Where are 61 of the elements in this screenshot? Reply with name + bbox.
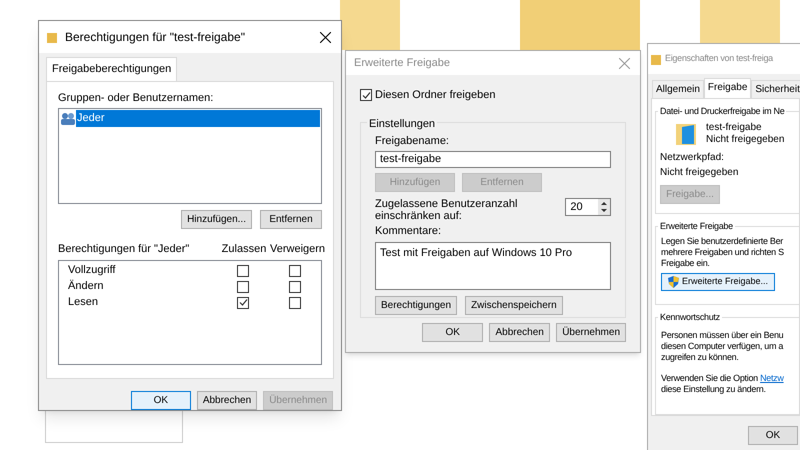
dialog-button[interactable]: OK (422, 322, 484, 342)
field-label: Kommentare: (375, 224, 442, 239)
field-label: Netzwerkpfad: (660, 152, 725, 164)
checkbox-label[interactable]: Diesen Ordner freigeben (375, 87, 496, 104)
description-text: Verwenden Sie die Option Netzw (661, 373, 785, 384)
users-icon (60, 112, 76, 125)
column-header: Zulassen (220, 242, 268, 257)
description-text: zugreifen zu können. (661, 352, 740, 364)
dialog-button[interactable]: Entfernen (260, 210, 322, 229)
dialog-button[interactable]: OK (130, 391, 191, 410)
section-label: Berechtigungen für "Jeder" (58, 242, 190, 257)
group-title: Datei- und Druckerfreigabe im Ne (658, 105, 786, 117)
group-title: Kennwortschutz (658, 311, 722, 324)
field-label: Zugelassene Benutzeranzahl einschränken auf: (375, 198, 518, 222)
checkbox[interactable] (237, 264, 249, 276)
dialog-button[interactable]: Abbrechen (196, 391, 258, 410)
path-value: Nicht freigegeben (660, 167, 740, 179)
shield-icon (668, 276, 679, 288)
description-text: mehrere Freigaben und richten S (661, 246, 785, 258)
field-label: Freigabename: (375, 134, 450, 148)
checkbox[interactable] (289, 280, 301, 292)
window-title: Erweiterte Freigabe (354, 56, 450, 71)
checkbox[interactable] (237, 296, 249, 308)
dialog-button[interactable]: Abbrechen (489, 322, 550, 342)
permission-name: Lesen (68, 295, 99, 310)
settings-link[interactable]: Netzw (760, 373, 784, 384)
group-title: Erweiterte Freigabe (658, 220, 735, 232)
field-label: Gruppen- oder Benutzernamen: (58, 90, 214, 106)
description-text: diesen Computer verfügen, um a (661, 341, 784, 352)
permission-name: Vollzugriff (68, 263, 116, 278)
tab[interactable]: Allgemein (652, 80, 704, 98)
window-title: Eigenschaften von test-freiga (665, 52, 773, 66)
dialog-button[interactable]: Übernehmen (556, 322, 626, 342)
description-text: Freigabe ein. (661, 258, 711, 269)
close-icon[interactable] (320, 32, 331, 42)
dialog-button[interactable]: OK (748, 426, 798, 445)
column-header: Verweigern (270, 242, 322, 257)
checkbox[interactable] (360, 89, 372, 102)
description-text: Personen müssen über ein Benu (661, 330, 784, 342)
share-name-field[interactable]: test-freigabe (375, 151, 611, 168)
dialog-button[interactable]: Hinzufügen... (181, 210, 252, 229)
permission-name: Ändern (68, 278, 104, 294)
folder-name: test-freigabe (706, 122, 763, 134)
comment-field[interactable]: Test mit Freigaben auf Windows 10 Pro (375, 242, 611, 290)
list-item[interactable]: Jeder (76, 110, 320, 126)
advanced-share-button[interactable]: Erweiterte Freigabe... (661, 272, 776, 291)
tab[interactable]: Freigabe (704, 78, 752, 98)
tab[interactable]: Freigabeberechtigungen (46, 57, 178, 80)
description-text: diese Einstellung zu ändern. (661, 384, 767, 396)
dialog-button[interactable]: Berechtigungen (375, 296, 458, 314)
window-title: Berechtigungen für "test-freigabe" (65, 29, 245, 46)
spinner-value: 20 (569, 200, 584, 215)
spin-arrows-icon[interactable] (598, 199, 610, 215)
dialog-button[interactable]: Zwischenspeichern (465, 296, 563, 314)
share-status: Nicht freigegeben (706, 134, 784, 146)
number-spinner[interactable]: 20 (565, 198, 611, 216)
checkbox[interactable] (289, 264, 301, 276)
tab[interactable]: Sicherheit (751, 80, 800, 98)
checkbox[interactable] (289, 296, 301, 308)
checkbox[interactable] (237, 280, 249, 292)
description-text: Legen Sie benutzerdefinierte Ber (661, 236, 784, 247)
